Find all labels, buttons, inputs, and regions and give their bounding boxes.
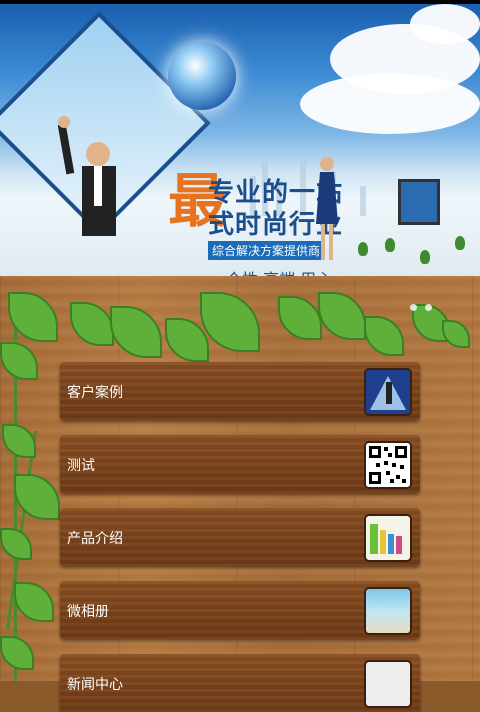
cloud-icon bbox=[410, 4, 480, 44]
album-thumb-icon bbox=[364, 587, 412, 635]
menu-item-label: 新闻中心 bbox=[67, 677, 123, 693]
cloud-icon bbox=[300, 74, 480, 134]
qr-code-icon bbox=[364, 441, 412, 489]
slogan-line-4: 个性 高端 用心 bbox=[226, 266, 332, 276]
menu-item-label: 微相册 bbox=[67, 604, 109, 620]
slogan-line-3: 综合解决方案提供商 bbox=[208, 241, 325, 260]
menu-item-label: 客户案例 bbox=[67, 385, 123, 401]
menu-item-label: 测试 bbox=[67, 458, 95, 474]
menu-item-news-center[interactable]: 新闻中心 bbox=[60, 654, 420, 712]
menu-item-customer-cases[interactable]: 客户案例 bbox=[60, 362, 420, 420]
case-thumb-icon bbox=[364, 368, 412, 416]
product-thumb-icon bbox=[364, 514, 412, 562]
banner[interactable]: 最 专业的一站 式时尚行业 综合解决方案提供商 个性 高端 用心 bbox=[0, 4, 480, 276]
menu-item-product-intro[interactable]: 产品介绍 bbox=[60, 508, 420, 566]
menu-item-label: 产品介绍 bbox=[67, 531, 123, 547]
menu-item-test[interactable]: 测试 bbox=[60, 435, 420, 493]
businessman-image bbox=[58, 116, 116, 236]
menu-item-micro-album[interactable]: 微相册 bbox=[60, 581, 420, 639]
computer-icon bbox=[398, 179, 440, 225]
fashion-model-image bbox=[316, 157, 338, 260]
globe-icon bbox=[168, 42, 236, 110]
news-thumb-icon bbox=[364, 660, 412, 708]
banner-pagination[interactable] bbox=[410, 296, 440, 315]
